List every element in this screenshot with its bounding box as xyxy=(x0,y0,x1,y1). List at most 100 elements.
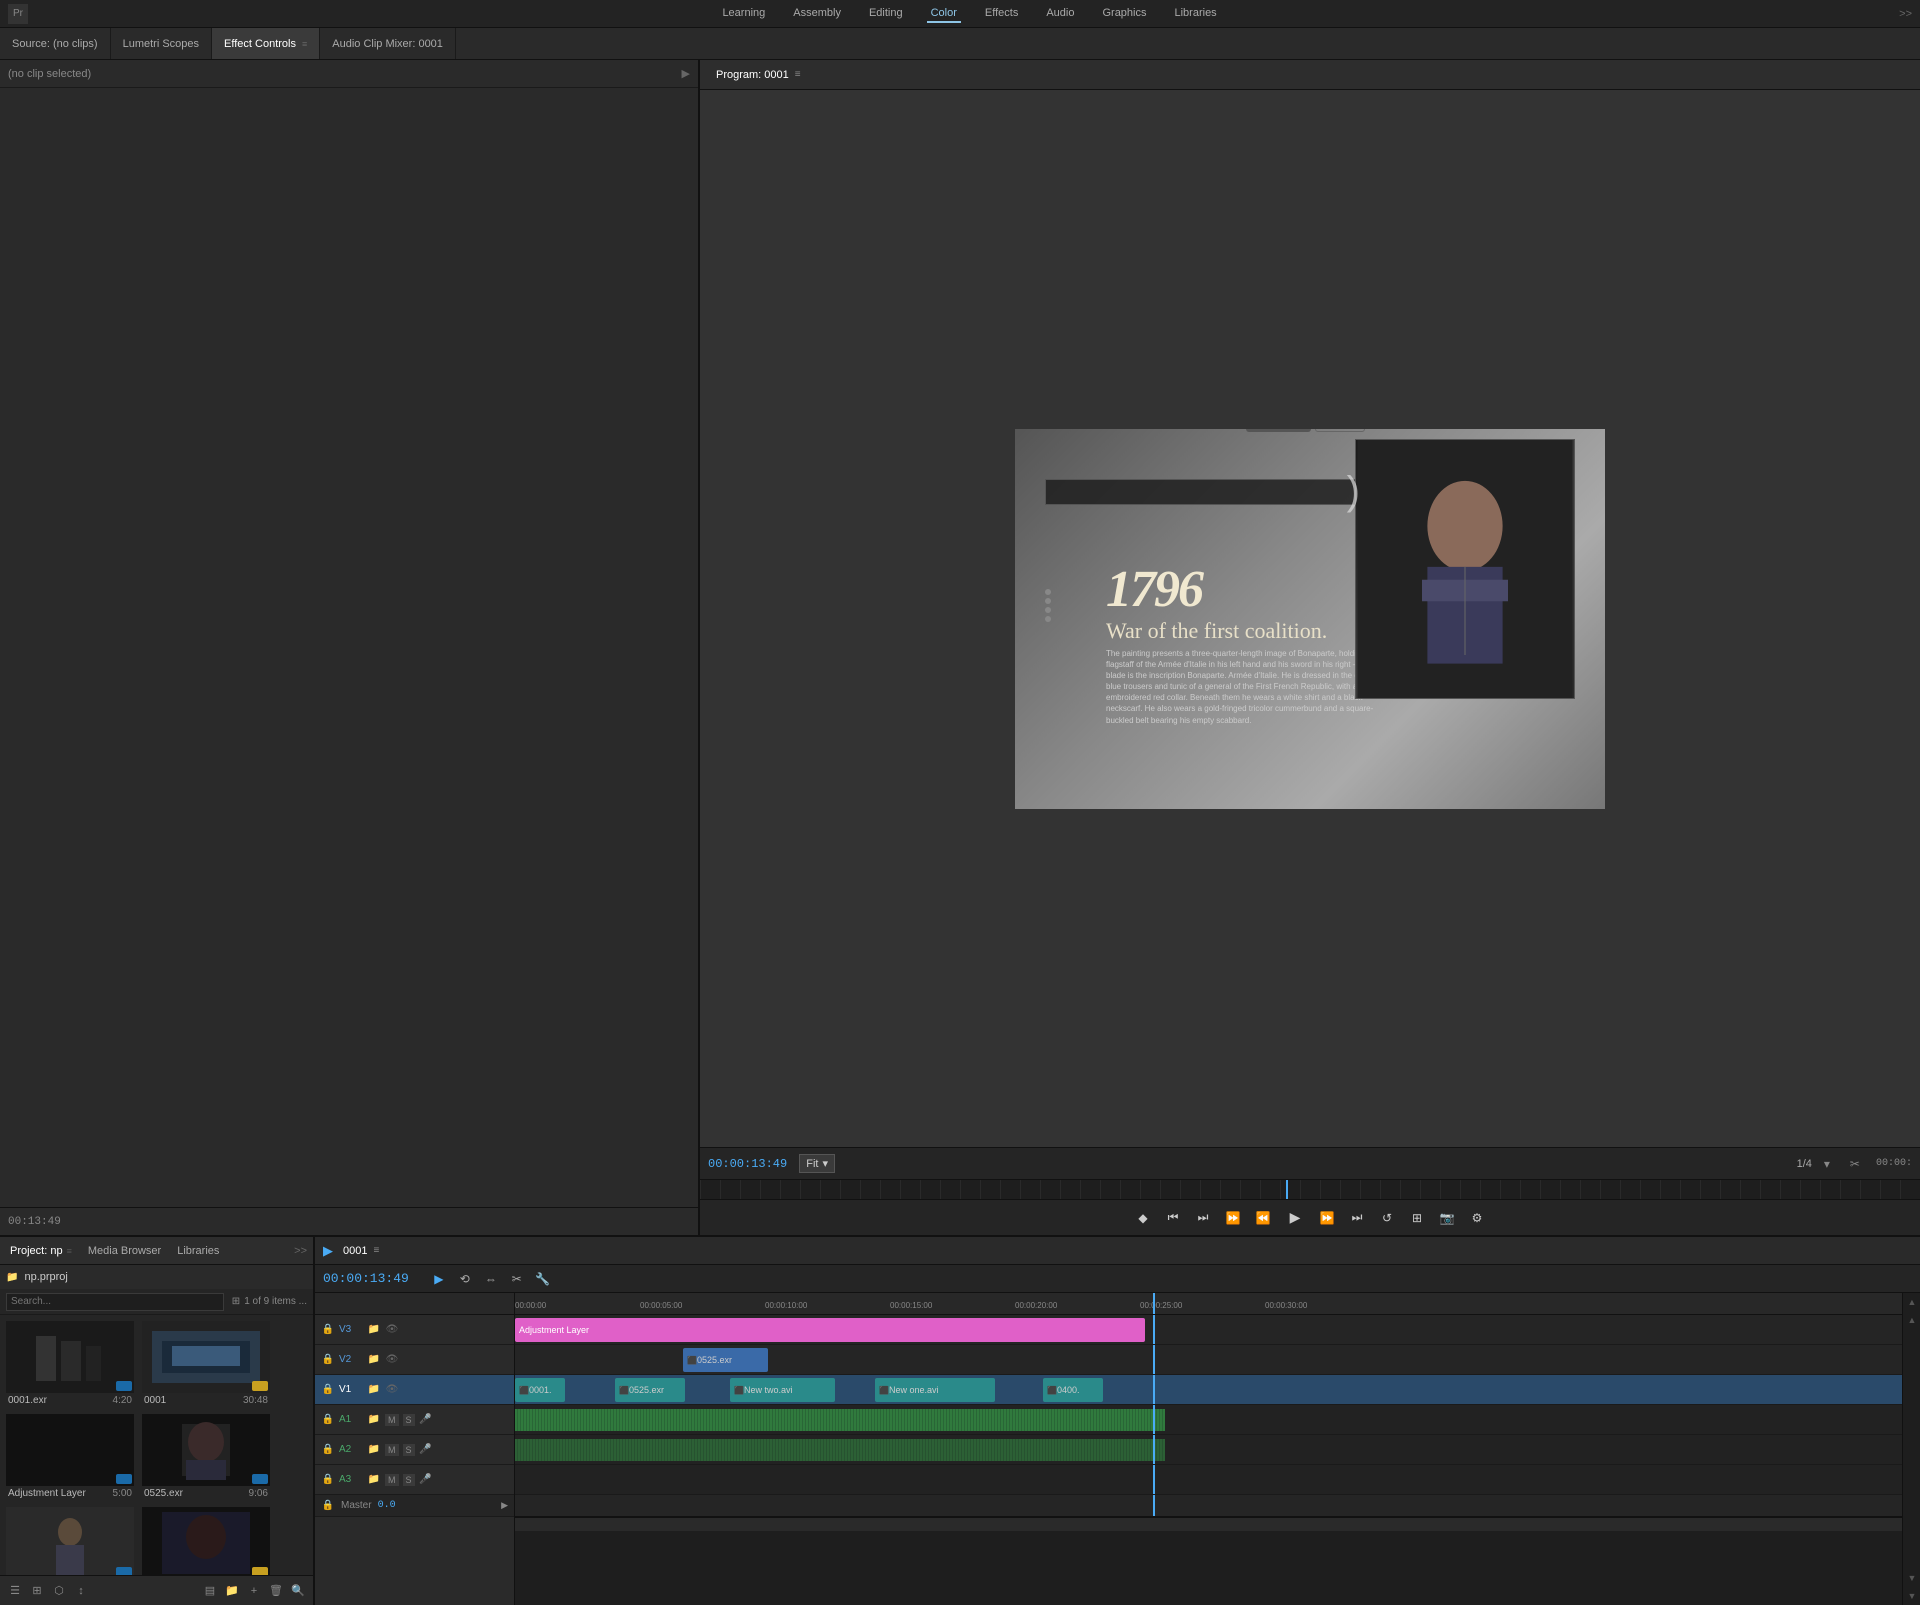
icon-view-btn[interactable]: ⊞ xyxy=(28,1582,46,1600)
lock-icon-v1[interactable]: 🔒 xyxy=(321,1383,335,1397)
tl-tool-razor[interactable]: ✂ xyxy=(507,1269,527,1289)
effect-controls-close[interactable]: ≡ xyxy=(302,39,307,49)
btn-safe-margins[interactable]: ⊞ xyxy=(1406,1207,1428,1229)
nav-effects[interactable]: Effects xyxy=(981,5,1022,23)
solo-btn-a3[interactable]: S xyxy=(403,1474,415,1486)
btn-ff[interactable]: ⏩ xyxy=(1316,1207,1338,1229)
program-tab[interactable]: Program: 0001 ≡ xyxy=(708,65,809,85)
list-item[interactable] xyxy=(6,1507,134,1575)
mic-icon-a1[interactable]: 🎤 xyxy=(419,1413,433,1427)
page-chevron[interactable]: ▾ xyxy=(1824,1157,1830,1171)
delete-btn[interactable]: 🗑 xyxy=(267,1582,285,1600)
btn-settings[interactable]: ⚙ xyxy=(1466,1207,1488,1229)
view-toggle-icon[interactable]: ⊞ xyxy=(232,1296,240,1307)
folder-icon-a2[interactable]: 📁 xyxy=(367,1443,381,1457)
btn-goto-in[interactable]: ⏩ xyxy=(1222,1207,1244,1229)
btn-marker[interactable]: ◆ xyxy=(1132,1207,1154,1229)
clip-0001[interactable]: ⬛ 0001. xyxy=(515,1378,565,1402)
list-view-btn[interactable]: ☰ xyxy=(6,1582,24,1600)
more-workspaces[interactable]: >> xyxy=(1899,8,1912,20)
btn-step-fwd[interactable]: ⏭ xyxy=(1192,1207,1214,1229)
info-button[interactable]: Information xyxy=(1246,429,1311,432)
tab-source[interactable]: Source: (no clips) xyxy=(0,28,111,59)
program-menu-icon[interactable]: ≡ xyxy=(795,69,801,80)
nav-graphics[interactable]: Graphics xyxy=(1098,5,1150,23)
clip-0525-v2[interactable]: ⬛ 0525.exr xyxy=(683,1348,768,1372)
btn-step-back[interactable]: ⏮ xyxy=(1162,1207,1184,1229)
mic-icon-a3[interactable]: 🎤 xyxy=(419,1473,433,1487)
mic-icon-a2[interactable]: 🎤 xyxy=(419,1443,433,1457)
btn-goto-out[interactable]: ⏭ xyxy=(1346,1207,1368,1229)
freeform-view-btn[interactable]: ⬡ xyxy=(50,1582,68,1600)
eye-icon-v1[interactable]: 📁 xyxy=(367,1383,381,1397)
clip-0400[interactable]: ⬛ 0400. xyxy=(1043,1378,1103,1402)
list-item[interactable]: Adjustment Layer 5:00 xyxy=(6,1414,134,1499)
master-expand[interactable]: ▶ xyxy=(501,1500,508,1511)
solo-btn-a1[interactable]: S xyxy=(403,1414,415,1426)
mini-btn-4[interactable]: ▼ xyxy=(1903,1587,1920,1605)
lock-icon-a2[interactable]: 🔒 xyxy=(321,1443,335,1457)
mini-btn-2[interactable]: ▲ xyxy=(1903,1311,1920,1329)
project-search-input[interactable] xyxy=(6,1293,224,1311)
timeline-tab[interactable]: 0001 ≡ xyxy=(343,1245,379,1257)
nav-assembly[interactable]: Assembly xyxy=(789,5,845,23)
clip-adjustment-layer[interactable]: Adjustment Layer xyxy=(515,1318,1145,1342)
tab-lumetri[interactable]: Lumetri Scopes xyxy=(111,28,212,59)
automate-btn[interactable]: ▤ xyxy=(201,1582,219,1600)
lock-icon-a3[interactable]: 🔒 xyxy=(321,1473,335,1487)
tl-tool-ripple[interactable]: ⟲ xyxy=(455,1269,475,1289)
solo-btn-a2[interactable]: S xyxy=(403,1444,415,1456)
list-item[interactable] xyxy=(142,1507,270,1575)
btn-rewind[interactable]: ⏪ xyxy=(1252,1207,1274,1229)
timeline-scroll-bar[interactable] xyxy=(515,1517,1902,1531)
project-panel-more[interactable]: >> xyxy=(294,1245,307,1257)
nav-libraries[interactable]: Libraries xyxy=(1171,5,1221,23)
eye-icon-v3[interactable]: 📁 xyxy=(367,1323,381,1337)
mini-btn-3[interactable]: ▼ xyxy=(1903,1569,1920,1587)
folder-icon-a3[interactable]: 📁 xyxy=(367,1473,381,1487)
mini-btn-1[interactable]: ▲ xyxy=(1903,1293,1920,1311)
fit-dropdown[interactable]: Fit ▾ xyxy=(799,1154,835,1173)
program-scrubber[interactable] xyxy=(700,1179,1920,1199)
folder-icon-a1[interactable]: 📁 xyxy=(367,1413,381,1427)
clip-newone[interactable]: ⬛ New one.avi xyxy=(875,1378,995,1402)
lock-icon-v2[interactable]: 🔒 xyxy=(321,1353,335,1367)
lock-icon-master[interactable]: 🔒 xyxy=(321,1499,335,1513)
nav-audio[interactable]: Audio xyxy=(1042,5,1078,23)
mute-btn-a3[interactable]: M xyxy=(385,1474,399,1486)
btn-export-frame[interactable]: 📷 xyxy=(1436,1207,1458,1229)
tl-tool-wrench[interactable]: 🔧 xyxy=(533,1269,553,1289)
clip-0525-v1[interactable]: ⬛ 0525.exr xyxy=(615,1378,685,1402)
new-item-btn[interactable]: + xyxy=(245,1582,263,1600)
mute-btn-a2[interactable]: M xyxy=(385,1444,399,1456)
clip-newtwo[interactable]: ⬛ New two.avi xyxy=(730,1378,835,1402)
lock-icon-v3[interactable]: 🔒 xyxy=(321,1323,335,1337)
libraries-tab[interactable]: Libraries xyxy=(173,1243,223,1259)
tab-audio-clip-mixer[interactable]: Audio Clip Mixer: 0001 xyxy=(320,28,456,59)
history-button[interactable]: History xyxy=(1315,429,1365,432)
vis-icon-v3[interactable]: 👁 xyxy=(385,1323,399,1337)
btn-loop[interactable]: ↺ xyxy=(1376,1207,1398,1229)
new-bin-btn[interactable]: 📁 xyxy=(223,1582,241,1600)
search-btn[interactable]: 🔍 xyxy=(289,1582,307,1600)
sort-btn[interactable]: ↕ xyxy=(72,1582,90,1600)
media-browser-tab[interactable]: Media Browser xyxy=(84,1243,165,1259)
vis-icon-v1[interactable]: 👁 xyxy=(385,1383,399,1397)
tab-effect-controls[interactable]: Effect Controls ≡ xyxy=(212,28,320,59)
list-item[interactable]: 0525.exr 9:06 xyxy=(142,1414,270,1499)
mute-btn-a1[interactable]: M xyxy=(385,1414,399,1426)
project-tab[interactable]: Project: np ≡ xyxy=(6,1243,76,1259)
vis-icon-v2[interactable]: 👁 xyxy=(385,1353,399,1367)
timeline-ruler[interactable]: 00:00:00 00:00:05:00 00:00:10:00 00:00:1… xyxy=(515,1293,1902,1315)
list-item[interactable]: 0001.exr 4:20 xyxy=(6,1321,134,1406)
tl-tool-zoom[interactable]: ⇔ xyxy=(481,1269,501,1289)
lock-icon-a1[interactable]: 🔒 xyxy=(321,1413,335,1427)
nav-color[interactable]: Color xyxy=(927,5,961,23)
tl-tool-select[interactable]: ▶ xyxy=(429,1269,449,1289)
nav-editing[interactable]: Editing xyxy=(865,5,907,23)
btn-play[interactable]: ▶ xyxy=(1282,1205,1308,1231)
nav-learning[interactable]: Learning xyxy=(718,5,769,23)
eye-icon-v2[interactable]: 📁 xyxy=(367,1353,381,1367)
list-item[interactable]: 0001 30:48 xyxy=(142,1321,270,1406)
timeline-menu-icon[interactable]: ≡ xyxy=(373,1245,379,1256)
